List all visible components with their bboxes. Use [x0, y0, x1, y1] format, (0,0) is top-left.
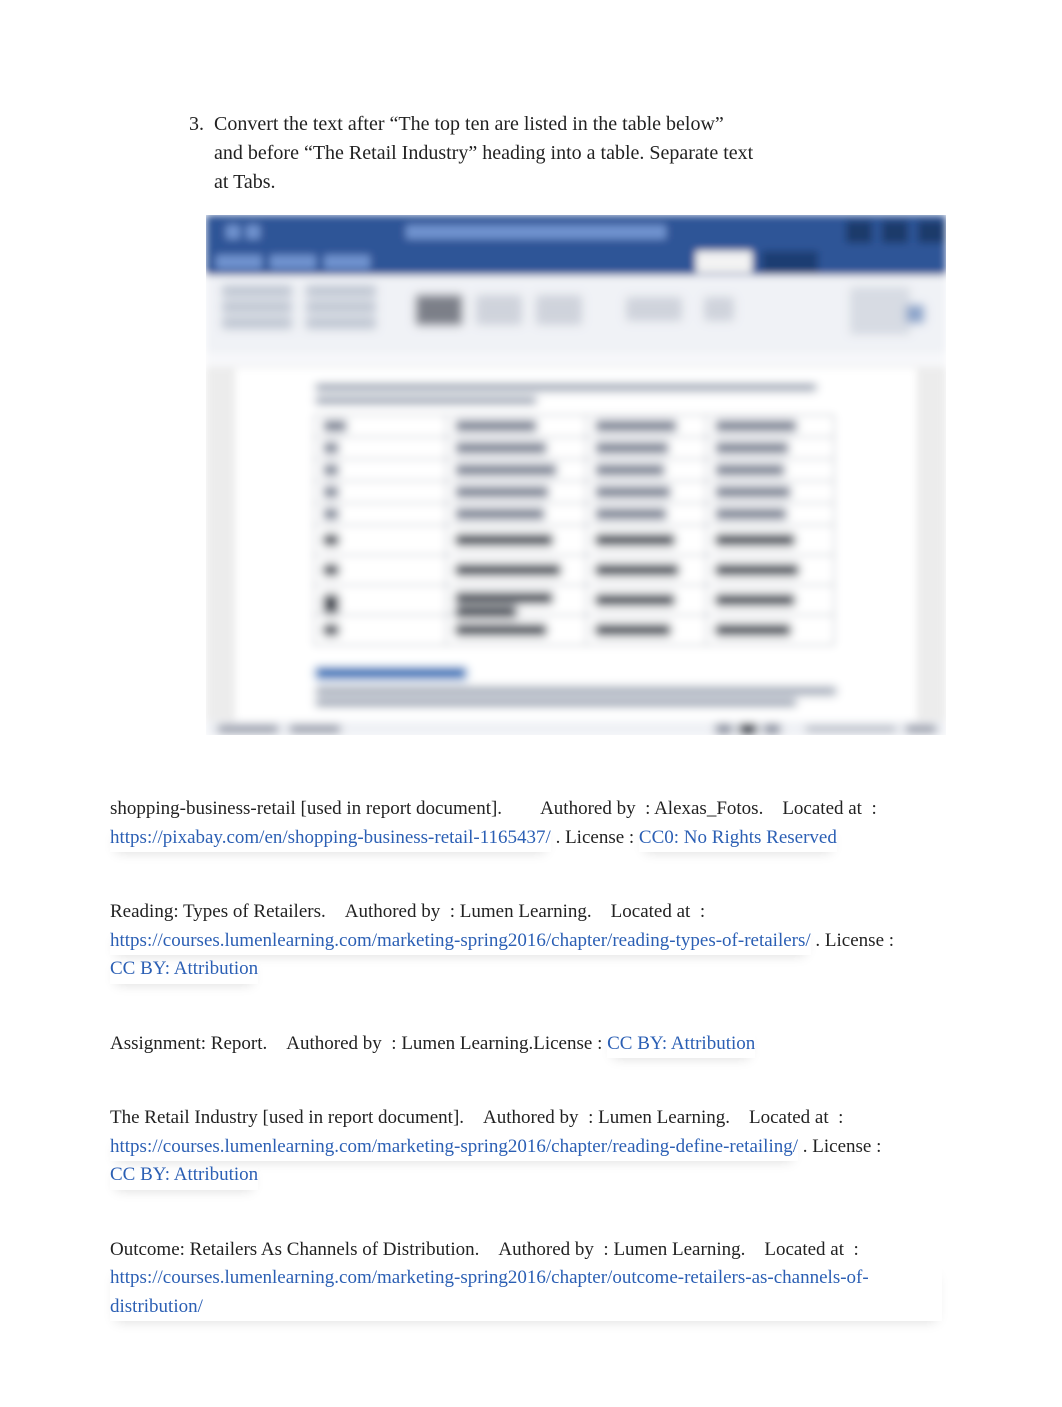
license-link[interactable]: CC BY: Attribution	[607, 1030, 755, 1059]
located-at-label: Located at	[782, 795, 862, 824]
attribution-block: Reading: Types of Retailers. Authored by…	[110, 898, 942, 984]
license-label: License	[825, 927, 884, 956]
authored-by-label: Authored by	[286, 1030, 382, 1059]
authored-by-value: Lumen Learning.	[401, 1033, 533, 1054]
instruction-item-3: 3. Convert the text after “The top ten a…	[170, 110, 942, 197]
license-link[interactable]: CC BY: Attribution	[110, 1161, 258, 1190]
authored-by-label: Authored by	[498, 1236, 594, 1265]
authored-by-label: Authored by	[483, 1104, 579, 1133]
authored-by-value: Lumen Learning.	[598, 1107, 730, 1128]
authored-by-label: Authored by	[345, 898, 441, 927]
license-label: License	[533, 1030, 592, 1059]
authored-by-label: Authored by	[540, 795, 636, 824]
attribution-block: Outcome: Retailers As Channels of Distri…	[110, 1236, 942, 1322]
license-label: License	[565, 824, 624, 853]
located-at-link[interactable]: https://courses.lumenlearning.com/market…	[110, 1133, 798, 1162]
attribution-title: Reading: Types of Retailers.	[110, 901, 326, 922]
attribution-block: The Retail Industry [used in report docu…	[110, 1104, 942, 1190]
authored-by-value: Lumen Learning.	[460, 901, 592, 922]
located-at-link[interactable]: https://courses.lumenlearning.com/market…	[110, 927, 811, 956]
authored-by-value: Alexas_Fotos.	[654, 798, 763, 819]
located-at-label: Located at	[611, 898, 691, 927]
located-at-link[interactable]: https://courses.lumenlearning.com/market…	[110, 1264, 942, 1321]
located-at-label: Located at	[764, 1236, 844, 1265]
attribution-title: Outcome: Retailers As Channels of Distri…	[110, 1239, 479, 1260]
attribution-title: The Retail Industry [used in report docu…	[110, 1107, 464, 1128]
located-at-label: Located at	[749, 1104, 829, 1133]
attribution-block: Assignment: Report. Authored by : Lumen …	[110, 1030, 942, 1059]
instruction-text: Convert the text after “The top ten are …	[214, 110, 754, 197]
instruction-marker: 3.	[170, 110, 214, 139]
license-link[interactable]: CC0: No Rights Reserved	[639, 824, 837, 853]
attribution-block: shopping-business-retail [used in report…	[110, 795, 942, 852]
word-screenshot-svg	[206, 215, 946, 735]
license-link[interactable]: CC BY: Attribution	[110, 955, 258, 984]
license-label: License	[812, 1133, 871, 1162]
located-at-link[interactable]: https://pixabay.com/en/shopping-business…	[110, 824, 551, 853]
authored-by-value: Lumen Learning.	[613, 1239, 745, 1260]
word-screenshot-figure	[206, 215, 946, 735]
attribution-title: shopping-business-retail [used in report…	[110, 798, 502, 819]
attribution-title: Assignment: Report.	[110, 1033, 267, 1054]
